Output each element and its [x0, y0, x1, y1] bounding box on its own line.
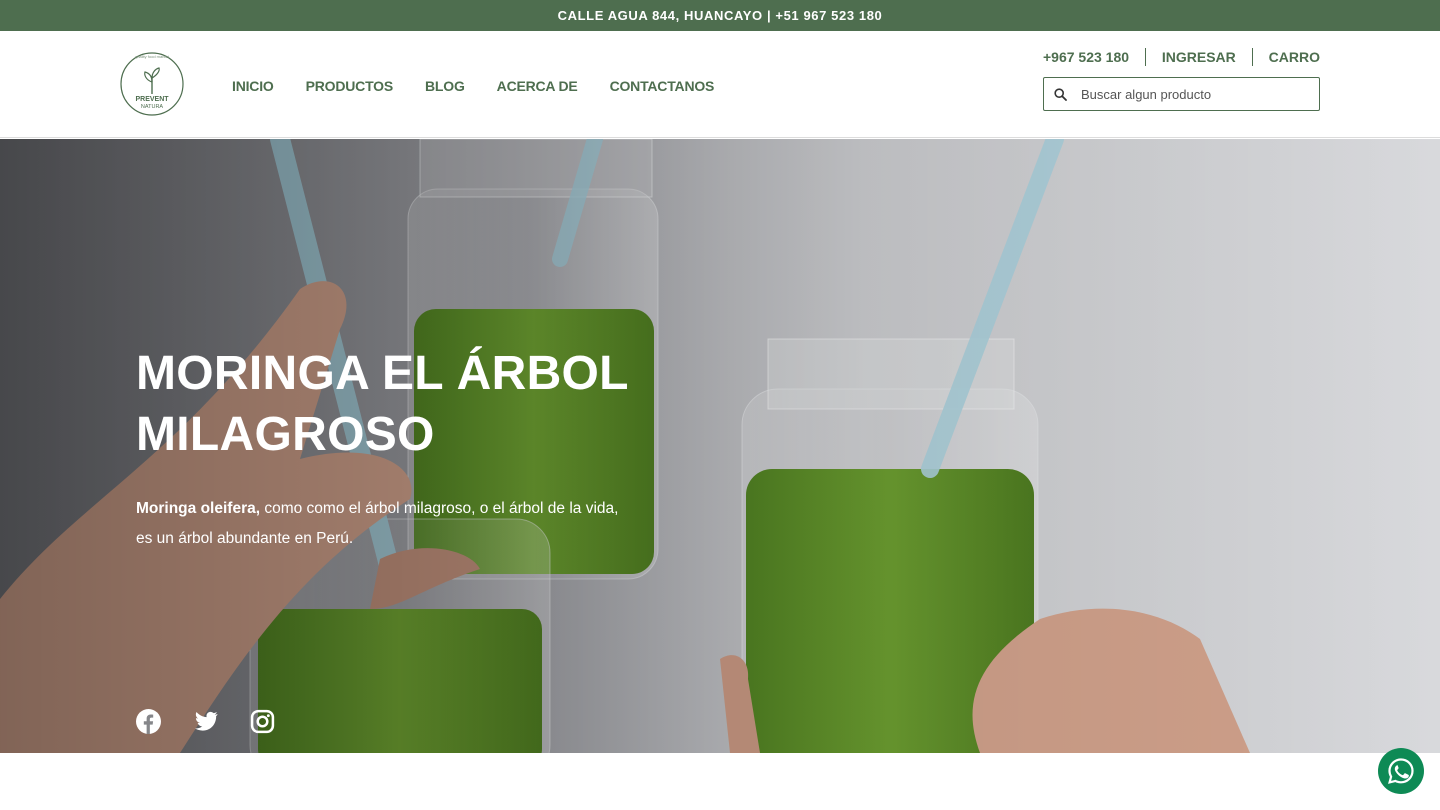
facebook-icon[interactable]	[136, 709, 161, 734]
login-link[interactable]: INGRESAR	[1162, 49, 1236, 65]
header-links: +967 523 180 INGRESAR CARRO	[1043, 47, 1320, 67]
hero-text-bold: Moringa oleifera,	[136, 500, 261, 517]
logo-name-1: PREVENT	[135, 96, 169, 103]
site-header: PREVENT NATURA quality food market INICI…	[0, 31, 1440, 138]
social-links	[136, 709, 275, 734]
hero-title-line-2: MILAGROSO	[136, 408, 435, 461]
main-nav: INICIO PRODUCTOS BLOG ACERCA DE CONTACTA…	[232, 78, 746, 94]
hero-text-line-2: es un árbol abundante en Perú.	[136, 530, 354, 547]
whatsapp-button[interactable]	[1378, 748, 1424, 794]
nav-acerca-de[interactable]: ACERCA DE	[497, 78, 578, 94]
logo-name-2: NATURA	[141, 104, 164, 110]
header-right: +967 523 180 INGRESAR CARRO	[1043, 47, 1320, 111]
search-icon	[1054, 87, 1067, 101]
hero-title: MORINGA EL ÁRBOL MILAGROSO	[136, 343, 656, 465]
topbar: CALLE AGUA 844, HUANCAYO | +51 967 523 1…	[0, 0, 1440, 31]
divider	[1144, 48, 1146, 66]
phone-link[interactable]: +967 523 180	[1043, 49, 1129, 65]
logo[interactable]: PREVENT NATURA quality food market	[120, 48, 184, 118]
cart-link[interactable]: CARRO	[1269, 49, 1320, 65]
nav-blog[interactable]: BLOG	[425, 78, 465, 94]
instagram-icon[interactable]	[250, 709, 275, 734]
nav-inicio[interactable]: INICIO	[232, 78, 274, 94]
divider	[1251, 48, 1253, 66]
search-input[interactable]	[1081, 86, 1301, 102]
whatsapp-icon	[1388, 758, 1414, 784]
hero-banner: MORINGA EL ÁRBOL MILAGROSO Moringa oleif…	[0, 139, 1440, 753]
search-box	[1043, 77, 1320, 111]
hero-description: Moringa oleifera, como como el árbol mil…	[136, 494, 636, 554]
twitter-icon[interactable]	[193, 709, 218, 734]
nav-contactanos[interactable]: CONTACTANOS	[610, 78, 715, 94]
hero-title-line-1: MORINGA EL ÁRBOL	[136, 347, 629, 400]
hero-text-rest: como como el árbol milagroso, o el árbol…	[260, 500, 619, 517]
logo-tagline: quality food market	[135, 54, 170, 59]
topbar-address: CALLE AGUA 844, HUANCAYO | +51 967 523 1…	[557, 8, 883, 23]
nav-productos[interactable]: PRODUCTOS	[306, 78, 394, 94]
